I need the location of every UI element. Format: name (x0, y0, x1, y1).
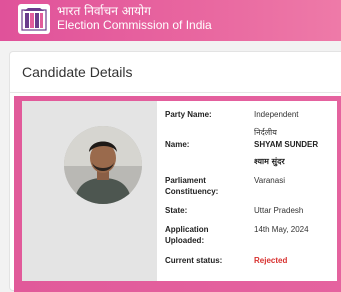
party-name-value: Independent (254, 110, 299, 119)
candidate-panel: Party Name: Independent निर्दलीय Name: S… (14, 96, 341, 292)
state-value: Uttar Pradesh (254, 206, 304, 215)
constituency-label-line1: Parliament (165, 176, 206, 185)
card-divider (10, 92, 341, 93)
uploaded-value: 14th May, 2024 (254, 225, 309, 234)
candidate-photo (64, 126, 142, 204)
status-value: Rejected (254, 256, 288, 265)
candidate-card: Candidate Details Party Name: Independen… (9, 51, 341, 292)
header-english-title: Election Commission of India (57, 18, 212, 32)
constituency-label-line2: Constituency: (165, 187, 219, 196)
name-label: Name: (165, 140, 190, 149)
candidate-details: Party Name: Independent निर्दलीय Name: S… (157, 101, 337, 281)
status-label: Current status: (165, 256, 223, 265)
page-body: Candidate Details Party Name: Independen… (0, 41, 341, 292)
state-label: State: (165, 206, 188, 215)
name-value: SHYAM SUNDER (254, 140, 319, 149)
eci-logo-icon[interactable] (18, 4, 50, 34)
party-name-label: Party Name: (165, 110, 212, 119)
uploaded-label-line1: Application (165, 225, 209, 234)
uploaded-label-line2: Uploaded: (165, 236, 205, 245)
header-hindi-title: भारत निर्वाचन आयोग (57, 4, 151, 18)
card-title: Candidate Details (22, 64, 133, 80)
constituency-value: Varanasi (254, 176, 285, 185)
photo-panel (22, 101, 157, 281)
party-name-hindi: निर्दलीय (254, 128, 277, 137)
name-hindi: श्याम सुंदर (254, 157, 285, 166)
site-header: भारत निर्वाचन आयोग Election Commission o… (0, 0, 341, 41)
